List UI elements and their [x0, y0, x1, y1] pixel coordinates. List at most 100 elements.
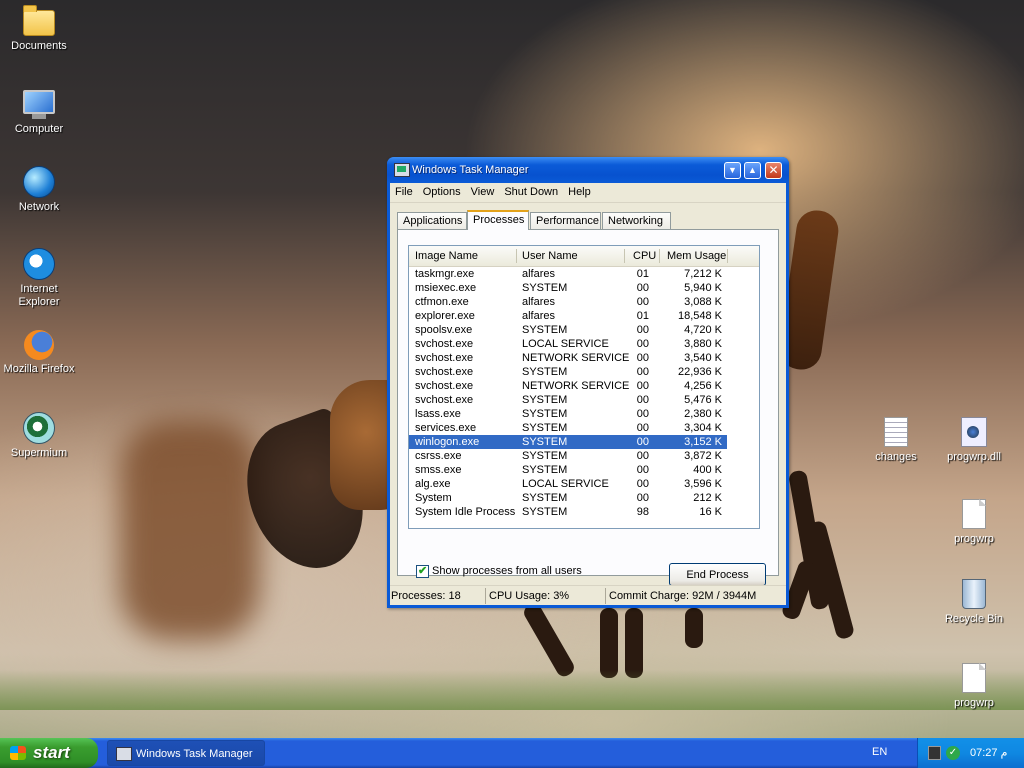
process-image-name: System Idle Process: [415, 506, 516, 518]
column-divider[interactable]: [659, 249, 660, 263]
process-row[interactable]: System Idle Process SYSTEM 98 16 K: [409, 505, 727, 519]
tab-performance[interactable]: Performance: [530, 212, 601, 229]
show-all-processes-checkbox[interactable]: ✔: [416, 565, 429, 578]
process-cpu: 00: [636, 492, 649, 504]
process-mem-usage: 5,476 K: [684, 394, 722, 406]
minimize-button[interactable]: ▼: [724, 162, 741, 179]
security-shield-icon[interactable]: ✓: [946, 746, 960, 760]
desktop-icon-firefox[interactable]: Mozilla Firefox: [1, 328, 77, 376]
process-image-name: msiexec.exe: [415, 282, 477, 294]
end-process-button[interactable]: End Process: [669, 563, 766, 586]
process-row[interactable]: svchost.exe LOCAL SERVICE 00 3,880 K: [409, 337, 727, 351]
process-image-name: taskmgr.exe: [415, 268, 475, 280]
show-all-processes-label[interactable]: Show processes from all users: [432, 565, 582, 577]
process-user-name: SYSTEM: [522, 436, 568, 448]
process-cpu: 00: [636, 352, 649, 364]
process-row[interactable]: winlogon.exe SYSTEM 00 3,152 K: [409, 435, 727, 449]
process-cpu: 01: [636, 310, 649, 322]
task-manager-window[interactable]: Windows Task Manager ▼ ▲ ✕ File Options Vi…: [387, 157, 789, 608]
tab-processes[interactable]: Processes: [467, 210, 529, 230]
process-row[interactable]: spoolsv.exe SYSTEM 00 4,720 K: [409, 323, 727, 337]
column-divider[interactable]: [516, 249, 517, 263]
status-cpu-usage: CPU Usage: 3%: [489, 590, 570, 602]
process-image-name: System: [415, 492, 452, 504]
process-list[interactable]: Image Name User Name CPU Mem Usage taskm…: [408, 245, 760, 529]
process-cpu: 00: [636, 282, 649, 294]
process-image-name: explorer.exe: [415, 310, 475, 322]
desktop-icon-label: Recycle Bin: [944, 613, 1004, 625]
column-mem-usage[interactable]: Mem Usage: [667, 250, 726, 262]
close-icon: ✕: [768, 163, 779, 177]
process-row[interactable]: explorer.exe alfares 01 18,548 K: [409, 309, 727, 323]
process-row[interactable]: msiexec.exe SYSTEM 00 5,940 K: [409, 281, 727, 295]
menu-view[interactable]: View: [466, 183, 500, 198]
process-row[interactable]: svchost.exe SYSTEM 00 22,936 K: [409, 365, 727, 379]
process-row[interactable]: ctfmon.exe alfares 00 3,088 K: [409, 295, 727, 309]
process-mem-usage: 3,088 K: [684, 296, 722, 308]
process-row[interactable]: taskmgr.exe alfares 01 7,212 K: [409, 267, 727, 281]
taskbar-item-task-manager[interactable]: Windows Task Manager: [107, 740, 265, 766]
wallpaper-horse-leg: [521, 600, 577, 680]
close-button[interactable]: ✕: [765, 162, 782, 179]
desktop-icon-documents[interactable]: Documents: [1, 4, 77, 53]
process-row[interactable]: services.exe SYSTEM 00 3,304 K: [409, 421, 727, 435]
wallpaper-horse-leg: [685, 608, 703, 648]
tab-applications[interactable]: Applications: [397, 212, 467, 229]
menu-file[interactable]: File: [390, 183, 418, 198]
column-user-name[interactable]: User Name: [522, 250, 578, 262]
process-row[interactable]: svchost.exe NETWORK SERVICE 00 4,256 K: [409, 379, 727, 393]
process-image-name: alg.exe: [415, 478, 451, 490]
process-row[interactable]: svchost.exe SYSTEM 00 5,476 K: [409, 393, 727, 407]
process-cpu: 00: [636, 436, 649, 448]
language-indicator[interactable]: EN: [872, 746, 887, 758]
menu-options[interactable]: Options: [418, 183, 466, 198]
process-mem-usage: 3,152 K: [684, 436, 722, 448]
desktop-icon-progwrp[interactable]: progwrp: [936, 496, 1012, 546]
process-user-name: SYSTEM: [522, 450, 568, 462]
process-row[interactable]: smss.exe SYSTEM 00 400 K: [409, 463, 727, 477]
column-divider[interactable]: [624, 249, 625, 263]
column-cpu[interactable]: CPU: [633, 250, 656, 262]
desktop-icon-progwrp-2[interactable]: progwrp: [936, 660, 1012, 710]
desktop-icon-internet-explorer[interactable]: Internet Explorer: [1, 246, 77, 309]
process-user-name: SYSTEM: [522, 324, 568, 336]
process-row[interactable]: alg.exe LOCAL SERVICE 00 3,596 K: [409, 477, 727, 491]
desktop-icon-network[interactable]: Network: [1, 164, 77, 214]
checkmark-icon: ✔: [418, 565, 428, 577]
tab-networking[interactable]: Networking: [602, 212, 671, 229]
column-image-name[interactable]: Image Name: [415, 250, 478, 262]
maximize-button[interactable]: ▲: [744, 162, 761, 179]
process-cpu: 98: [636, 506, 649, 518]
desktop-icon-recycle-bin[interactable]: Recycle Bin: [936, 576, 1012, 626]
process-cpu: 00: [636, 450, 649, 462]
process-row[interactable]: System SYSTEM 00 212 K: [409, 491, 727, 505]
desktop-icon-computer[interactable]: Computer: [1, 84, 77, 136]
process-row[interactable]: csrss.exe SYSTEM 00 3,872 K: [409, 449, 727, 463]
process-image-name: svchost.exe: [415, 380, 474, 392]
title-bar[interactable]: Windows Task Manager ▼ ▲ ✕: [387, 157, 789, 183]
desktop-icon-changes[interactable]: changes: [858, 414, 934, 464]
tray-app-icon[interactable]: [928, 746, 941, 760]
process-mem-usage: 3,880 K: [684, 338, 722, 350]
status-bar: Processes: 18 CPU Usage: 3% Commit Charg…: [390, 585, 786, 606]
process-mem-usage: 212 K: [693, 492, 722, 504]
process-mem-usage: 3,304 K: [684, 422, 722, 434]
process-user-name: alfares: [522, 268, 556, 280]
desktop-icon-supermium[interactable]: Supermium: [1, 410, 77, 460]
menu-shut-down[interactable]: Shut Down: [499, 183, 563, 198]
start-button[interactable]: start: [0, 738, 98, 768]
process-user-name: LOCAL SERVICE: [522, 478, 609, 490]
column-divider[interactable]: [727, 249, 728, 263]
clock[interactable]: 07:27 م: [970, 746, 1007, 759]
window-title: Windows Task Manager: [412, 164, 529, 176]
process-row[interactable]: svchost.exe NETWORK SERVICE 00 3,540 K: [409, 351, 727, 365]
taskbar: start Windows Task Manager EN ✓ 07:27 م: [0, 738, 1024, 768]
desktop-icon-progwrp-dll[interactable]: progwrp.dll: [936, 414, 1012, 464]
process-mem-usage: 4,720 K: [684, 324, 722, 336]
menu-help[interactable]: Help: [563, 183, 596, 198]
process-user-name: SYSTEM: [522, 492, 568, 504]
process-user-name: SYSTEM: [522, 506, 568, 518]
desktop-icon-label: progwrp: [954, 697, 994, 709]
status-divider: [605, 588, 606, 604]
process-row[interactable]: lsass.exe SYSTEM 00 2,380 K: [409, 407, 727, 421]
